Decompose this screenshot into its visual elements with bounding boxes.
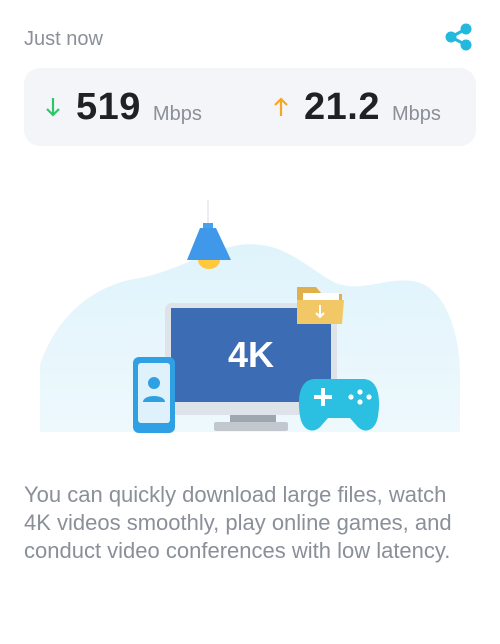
speed-description: You can quickly download large files, wa… xyxy=(24,482,452,563)
lamp-icon xyxy=(187,200,231,269)
upload-speed-value: 21.2 xyxy=(304,85,380,128)
download-speed-value: 519 xyxy=(76,85,141,128)
upload-speed-unit: Mbps xyxy=(391,102,441,125)
share-button[interactable] xyxy=(442,22,476,52)
monitor-screen-label: 4K xyxy=(228,334,274,375)
timestamp: Just now xyxy=(24,28,103,50)
share-icon xyxy=(445,23,472,51)
download-speed-unit: Mbps xyxy=(152,102,202,125)
download-speed: 519 Mbps xyxy=(44,68,202,146)
arrow-up-icon xyxy=(274,97,288,116)
speed-illustration: 4K xyxy=(0,190,500,440)
arrow-down-icon xyxy=(46,98,60,117)
upload-speed: 21.2 Mbps xyxy=(272,68,441,146)
phone-icon xyxy=(133,357,175,433)
speed-summary-card: 519 Mbps 21.2 Mbps xyxy=(24,68,476,146)
